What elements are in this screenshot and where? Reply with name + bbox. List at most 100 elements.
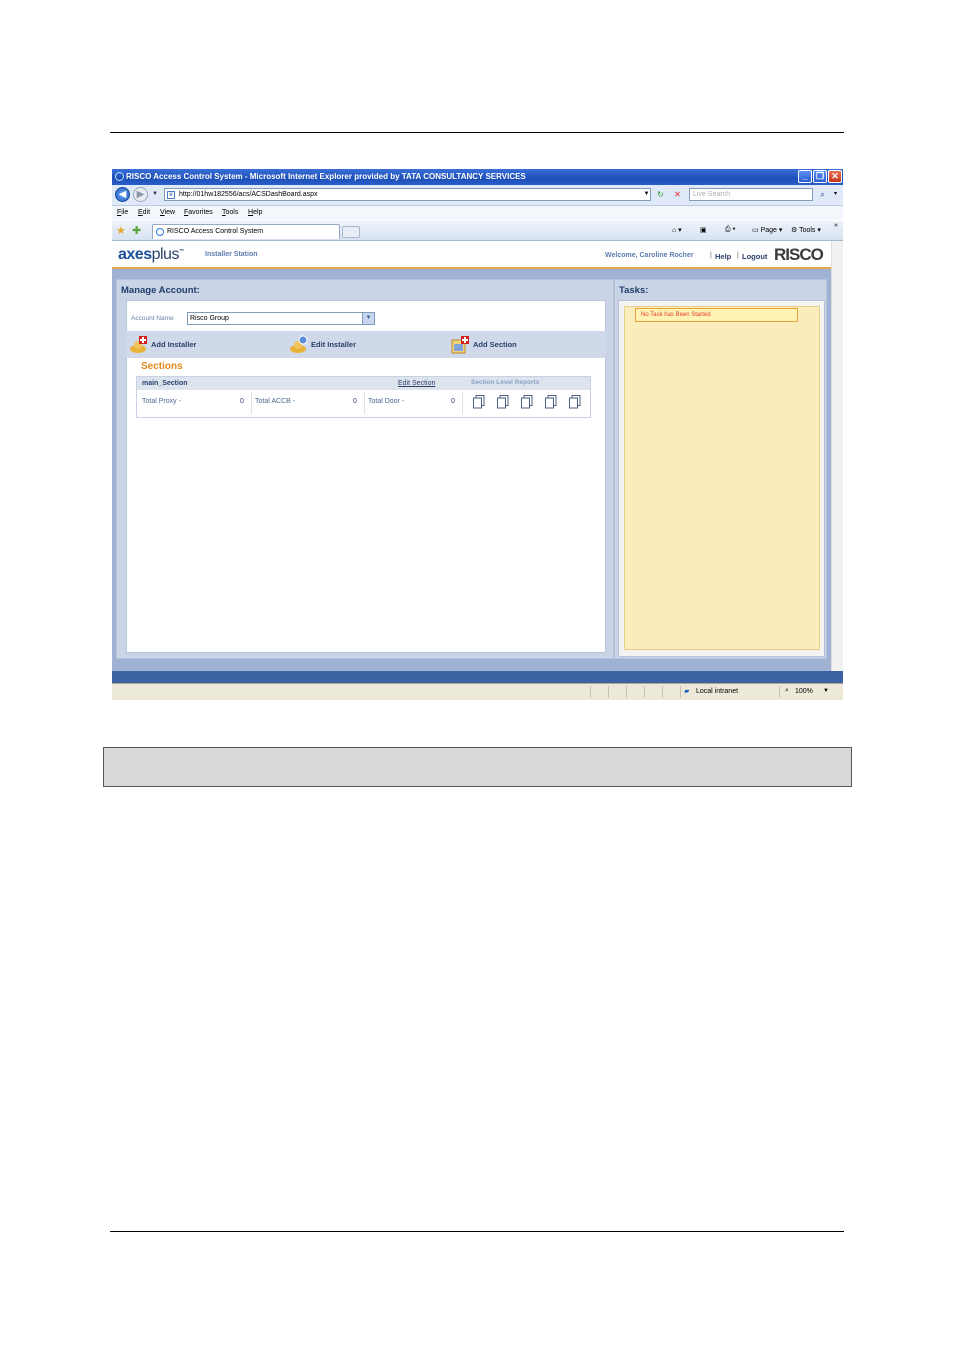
sections-title: Sections <box>141 361 183 372</box>
chevron-more-icon[interactable]: » <box>834 222 838 229</box>
page-menu[interactable]: ▭ Page ▾ <box>752 226 782 234</box>
menu-bar: File Edit View Favorites Tools Help <box>112 206 843 220</box>
maximize-button[interactable]: ❐ <box>813 170 827 183</box>
url-text: http://01hw182556/acs/ACSDashBoard.aspx <box>179 191 318 198</box>
tab-label: RISCO Access Control System <box>167 228 264 235</box>
account-name-value: Risco Group <box>190 315 229 322</box>
logo-tm: ™ <box>178 248 184 255</box>
manage-account-title: Manage Account: <box>121 285 200 296</box>
edit-installer-icon <box>290 335 308 353</box>
logout-link[interactable]: Logout <box>742 252 767 261</box>
print-icon[interactable]: ⎙ ▾ <box>725 226 736 234</box>
add-section-button[interactable]: Add Section <box>449 331 604 358</box>
divider <box>462 392 463 414</box>
minimize-button[interactable]: _ <box>798 170 812 183</box>
home-icon[interactable]: ⌂ ▾ <box>672 226 682 234</box>
zoom-icon[interactable]: ⌕ <box>785 687 789 695</box>
task-status-note: No Task has Been Started <box>635 308 798 322</box>
separator: | <box>710 252 712 259</box>
account-name-label: Account Name <box>131 315 174 322</box>
action-bar: Add Installer Edit Installer Add Section <box>126 331 606 358</box>
bottom-rule <box>110 1231 844 1232</box>
caption-box <box>103 747 852 787</box>
search-input[interactable]: Live Search <box>689 188 813 201</box>
menu-file[interactable]: File <box>117 209 128 216</box>
status-bar: ▰ Local intranet ⌕ 100% ▼ <box>112 683 843 700</box>
tab-active[interactable]: RISCO Access Control System <box>152 224 340 239</box>
tools-menu[interactable]: ⚙ Tools ▾ <box>791 226 821 234</box>
top-rule <box>110 132 844 133</box>
report-icon[interactable] <box>473 395 485 409</box>
address-dropdown-icon[interactable]: ▼ <box>641 189 652 200</box>
status-divider <box>590 686 591 698</box>
tasks-body <box>624 306 820 650</box>
help-link[interactable]: Help <box>715 252 731 261</box>
back-button[interactable]: ◀ <box>115 187 130 202</box>
status-divider <box>608 686 609 698</box>
account-name-select[interactable]: Risco Group ▼ <box>187 312 375 325</box>
new-tab-button[interactable] <box>342 226 360 238</box>
station-label: Installer Station <box>205 251 258 258</box>
total-proxy-value: 0 <box>240 398 244 405</box>
separator: | <box>737 252 739 259</box>
window-title: RISCO Access Control System - Microsoft … <box>126 172 526 181</box>
close-button[interactable]: ✕ <box>828 170 842 183</box>
favorites-star-icon[interactable]: ★ <box>116 224 126 237</box>
intranet-icon: ▰ <box>684 688 690 695</box>
add-installer-button[interactable]: Add Installer <box>127 331 282 358</box>
address-row: ◀ ▶ ▼ e http://01hw182556/acs/ACSDashBoa… <box>112 185 843 206</box>
section-name: main_Section <box>142 380 188 387</box>
section-reports-label: Section Level Reports <box>471 379 540 386</box>
add-favorite-icon[interactable]: ✚ <box>132 224 141 237</box>
status-divider <box>644 686 645 698</box>
vertical-scrollbar[interactable] <box>831 241 843 681</box>
menu-edit[interactable]: Edit <box>138 209 150 216</box>
logo-plus: plus <box>151 246 180 263</box>
menu-favorites[interactable]: Favorites <box>184 209 213 216</box>
window-titlebar: RISCO Access Control System - Microsoft … <box>112 169 843 185</box>
total-accb-label: Total ACCB - <box>255 398 296 405</box>
stop-icon[interactable]: ✕ <box>672 189 683 200</box>
welcome-text: Welcome, Caroline Rocher <box>605 252 694 259</box>
total-accb-value: 0 <box>353 398 357 405</box>
browser-screenshot: RISCO Access Control System - Microsoft … <box>112 169 843 700</box>
forward-button[interactable]: ▶ <box>133 187 148 202</box>
add-installer-icon <box>130 336 147 353</box>
menu-view[interactable]: View <box>160 209 175 216</box>
ie-icon <box>156 228 164 236</box>
edit-section-link[interactable]: Edit Section <box>398 380 435 387</box>
zoom-level[interactable]: 100% <box>795 688 813 695</box>
search-options-icon[interactable]: ▾ <box>830 189 841 200</box>
edit-installer-button[interactable]: Edit Installer <box>287 331 442 358</box>
status-divider <box>680 686 681 698</box>
report-icon[interactable] <box>521 395 533 409</box>
report-icon[interactable] <box>545 395 557 409</box>
total-door-label: Total Door - <box>368 398 405 405</box>
app-header: axesplus™ Installer Station Welcome, Car… <box>112 241 831 269</box>
add-section-icon <box>451 336 469 354</box>
axesplus-logo: axesplus™ <box>118 246 184 264</box>
divider <box>364 392 365 414</box>
refresh-icon[interactable]: ↻ <box>655 189 666 200</box>
status-divider <box>779 686 780 698</box>
page-icon: e <box>167 191 175 199</box>
section-card: main_Section Edit Section Section Level … <box>136 376 591 418</box>
report-icon[interactable] <box>497 395 509 409</box>
logo-axes: axes <box>118 246 152 263</box>
address-bar[interactable]: e http://01hw182556/acs/ACSDashBoard.asp… <box>164 188 651 201</box>
tab-row: ★ ✚ RISCO Access Control System ⌂ ▾ ▣ ⎙ … <box>112 221 843 241</box>
history-dropdown-icon[interactable]: ▼ <box>152 191 158 197</box>
report-icon[interactable] <box>569 395 581 409</box>
feeds-icon[interactable]: ▣ <box>700 226 707 234</box>
menu-help[interactable]: Help <box>248 209 262 216</box>
zoom-dropdown-icon[interactable]: ▼ <box>823 688 829 694</box>
status-divider <box>662 686 663 698</box>
total-door-value: 0 <box>451 398 455 405</box>
add-section-label: Add Section <box>473 340 517 349</box>
search-icon[interactable]: ⌕ <box>817 189 828 200</box>
section-header: main_Section Edit Section Section Level … <box>137 377 590 390</box>
tasks-title: Tasks: <box>619 285 649 296</box>
tools-menu-label: Tools <box>799 227 816 234</box>
menu-tools[interactable]: Tools <box>222 209 238 216</box>
chevron-down-icon[interactable]: ▼ <box>362 313 374 324</box>
